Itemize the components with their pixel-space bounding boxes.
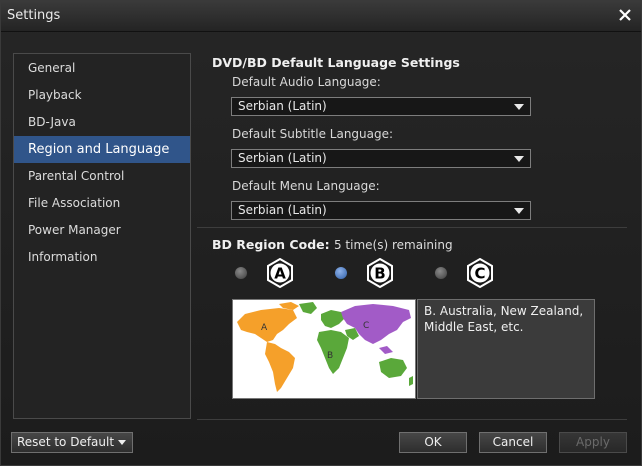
menu-language-value: Serbian (Latin) [238, 203, 327, 217]
region-c-letter: C [474, 265, 485, 283]
subtitle-language-dropdown[interactable]: Serbian (Latin) [231, 149, 531, 168]
subtitle-language-label: Default Subtitle Language: [232, 127, 394, 141]
window-title: Settings [7, 8, 61, 23]
language-section-title: DVD/BD Default Language Settings [212, 55, 460, 70]
menu-language-dropdown[interactable]: Serbian (Latin) [231, 201, 531, 220]
region-c-radio[interactable] [434, 266, 448, 280]
sidebar-item-power-manager[interactable]: Power Manager [14, 217, 190, 244]
sidebar-item-parental-control[interactable]: Parental Control [14, 163, 190, 190]
region-c-icon: C [467, 258, 493, 288]
region-section-title: BD Region Code: 5 time(s) remaining [212, 237, 453, 252]
region-a-radio[interactable] [234, 266, 248, 280]
audio-language-label: Default Audio Language: [232, 75, 381, 89]
apply-button[interactable]: Apply [559, 432, 627, 453]
close-icon [619, 9, 631, 21]
sidebar-item-bd-java[interactable]: BD-Java [14, 109, 190, 136]
sidebar-item-information[interactable]: Information [14, 244, 190, 271]
settings-window: Settings General Playback BD-Java Region… [0, 0, 642, 466]
audio-language-dropdown[interactable]: Serbian (Latin) [231, 97, 531, 116]
world-map-image: A B C [237, 302, 413, 392]
region-b-icon: B [367, 258, 393, 288]
menu-language-label: Default Menu Language: [232, 179, 380, 193]
region-code-label: BD Region Code: [212, 237, 330, 252]
chevron-down-icon [514, 208, 524, 214]
chevron-down-icon [514, 104, 524, 110]
region-world-map: A B C [232, 299, 416, 399]
region-b-radio[interactable] [334, 266, 348, 280]
close-button[interactable] [615, 5, 635, 25]
chevron-down-icon [118, 440, 126, 445]
sidebar-item-label: Region and Language [28, 142, 170, 157]
sidebar-item-file-association[interactable]: File Association [14, 190, 190, 217]
audio-language-value: Serbian (Latin) [238, 99, 327, 113]
footer-divider [197, 419, 627, 420]
settings-sidebar: General Playback BD-Java Region and Lang… [13, 53, 191, 419]
ok-button[interactable]: OK [399, 432, 467, 453]
sidebar-item-label: File Association [28, 196, 121, 210]
title-bar: Settings [1, 1, 641, 32]
chevron-down-icon [514, 156, 524, 162]
sidebar-item-label: Playback [28, 88, 82, 102]
region-description: B. Australia, New Zealand, Middle East, … [417, 299, 595, 399]
sidebar-item-label: General [28, 61, 76, 75]
section-divider [197, 227, 627, 228]
sidebar-item-label: Information [28, 250, 98, 264]
map-label-c: C [363, 321, 369, 331]
region-remaining-text: 5 time(s) remaining [333, 238, 453, 252]
reset-to-default-label: Reset to Default [17, 435, 115, 449]
map-label-b: B [327, 351, 333, 361]
sidebar-item-region-and-language[interactable]: Region and Language [14, 136, 190, 163]
sidebar-item-label: Parental Control [28, 169, 125, 183]
sidebar-item-label: BD-Java [28, 115, 76, 129]
region-b-letter: B [374, 265, 385, 283]
reset-to-default-dropdown[interactable]: Reset to Default [11, 432, 133, 453]
sidebar-item-label: Power Manager [28, 223, 121, 237]
subtitle-language-value: Serbian (Latin) [238, 151, 327, 165]
region-a-letter: A [274, 265, 286, 283]
sidebar-item-playback[interactable]: Playback [14, 82, 190, 109]
region-a-icon: A [267, 258, 293, 288]
sidebar-item-general[interactable]: General [14, 55, 190, 82]
cancel-button[interactable]: Cancel [479, 432, 547, 453]
map-label-a: A [261, 323, 268, 333]
